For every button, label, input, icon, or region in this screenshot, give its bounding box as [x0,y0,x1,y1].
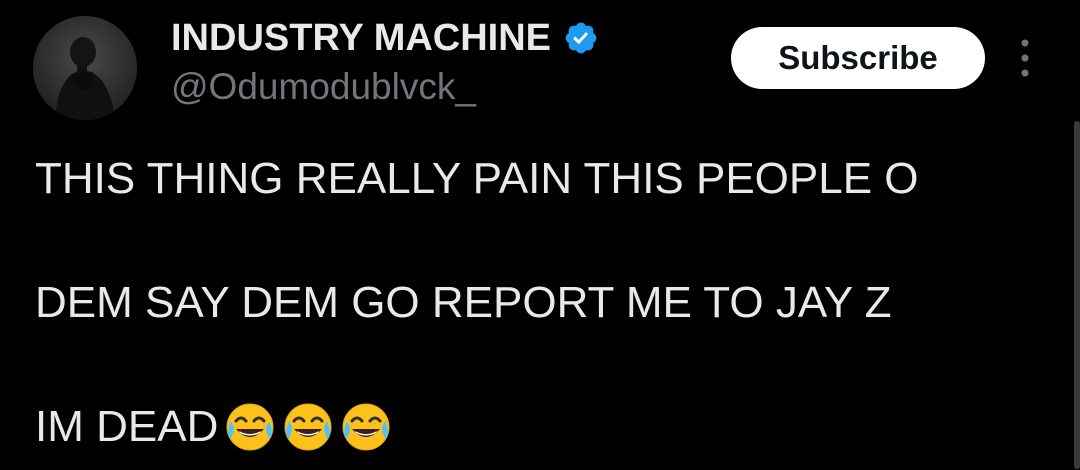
tweet-line: DEM SAY DEM GO REPORT ME TO JAY Z [35,278,892,327]
author-handle[interactable]: @Odumodublvck_ [171,66,476,108]
verified-badge-icon[interactable] [563,20,599,56]
face-with-tears-of-joy-icon [282,401,334,453]
scrollbar[interactable] [1074,121,1080,469]
face-with-tears-of-joy-icon [340,401,392,453]
tweet-line-with-emojis: IM DEAD [35,396,919,458]
subscribe-button[interactable]: Subscribe [731,27,985,89]
face-with-tears-of-joy-icon [224,401,276,453]
display-name[interactable]: INDUSTRY MACHINE [171,17,551,60]
author-name-row: INDUSTRY MACHINE [171,14,599,62]
tweet-line-text: IM DEAD [35,402,219,451]
avatar[interactable] [33,16,137,120]
more-vertical-icon[interactable] [1013,37,1037,79]
tweet-text: THIS THING REALLY PAIN THIS PEOPLE O DEM… [35,148,919,458]
tweet-line: THIS THING REALLY PAIN THIS PEOPLE O [35,154,919,203]
